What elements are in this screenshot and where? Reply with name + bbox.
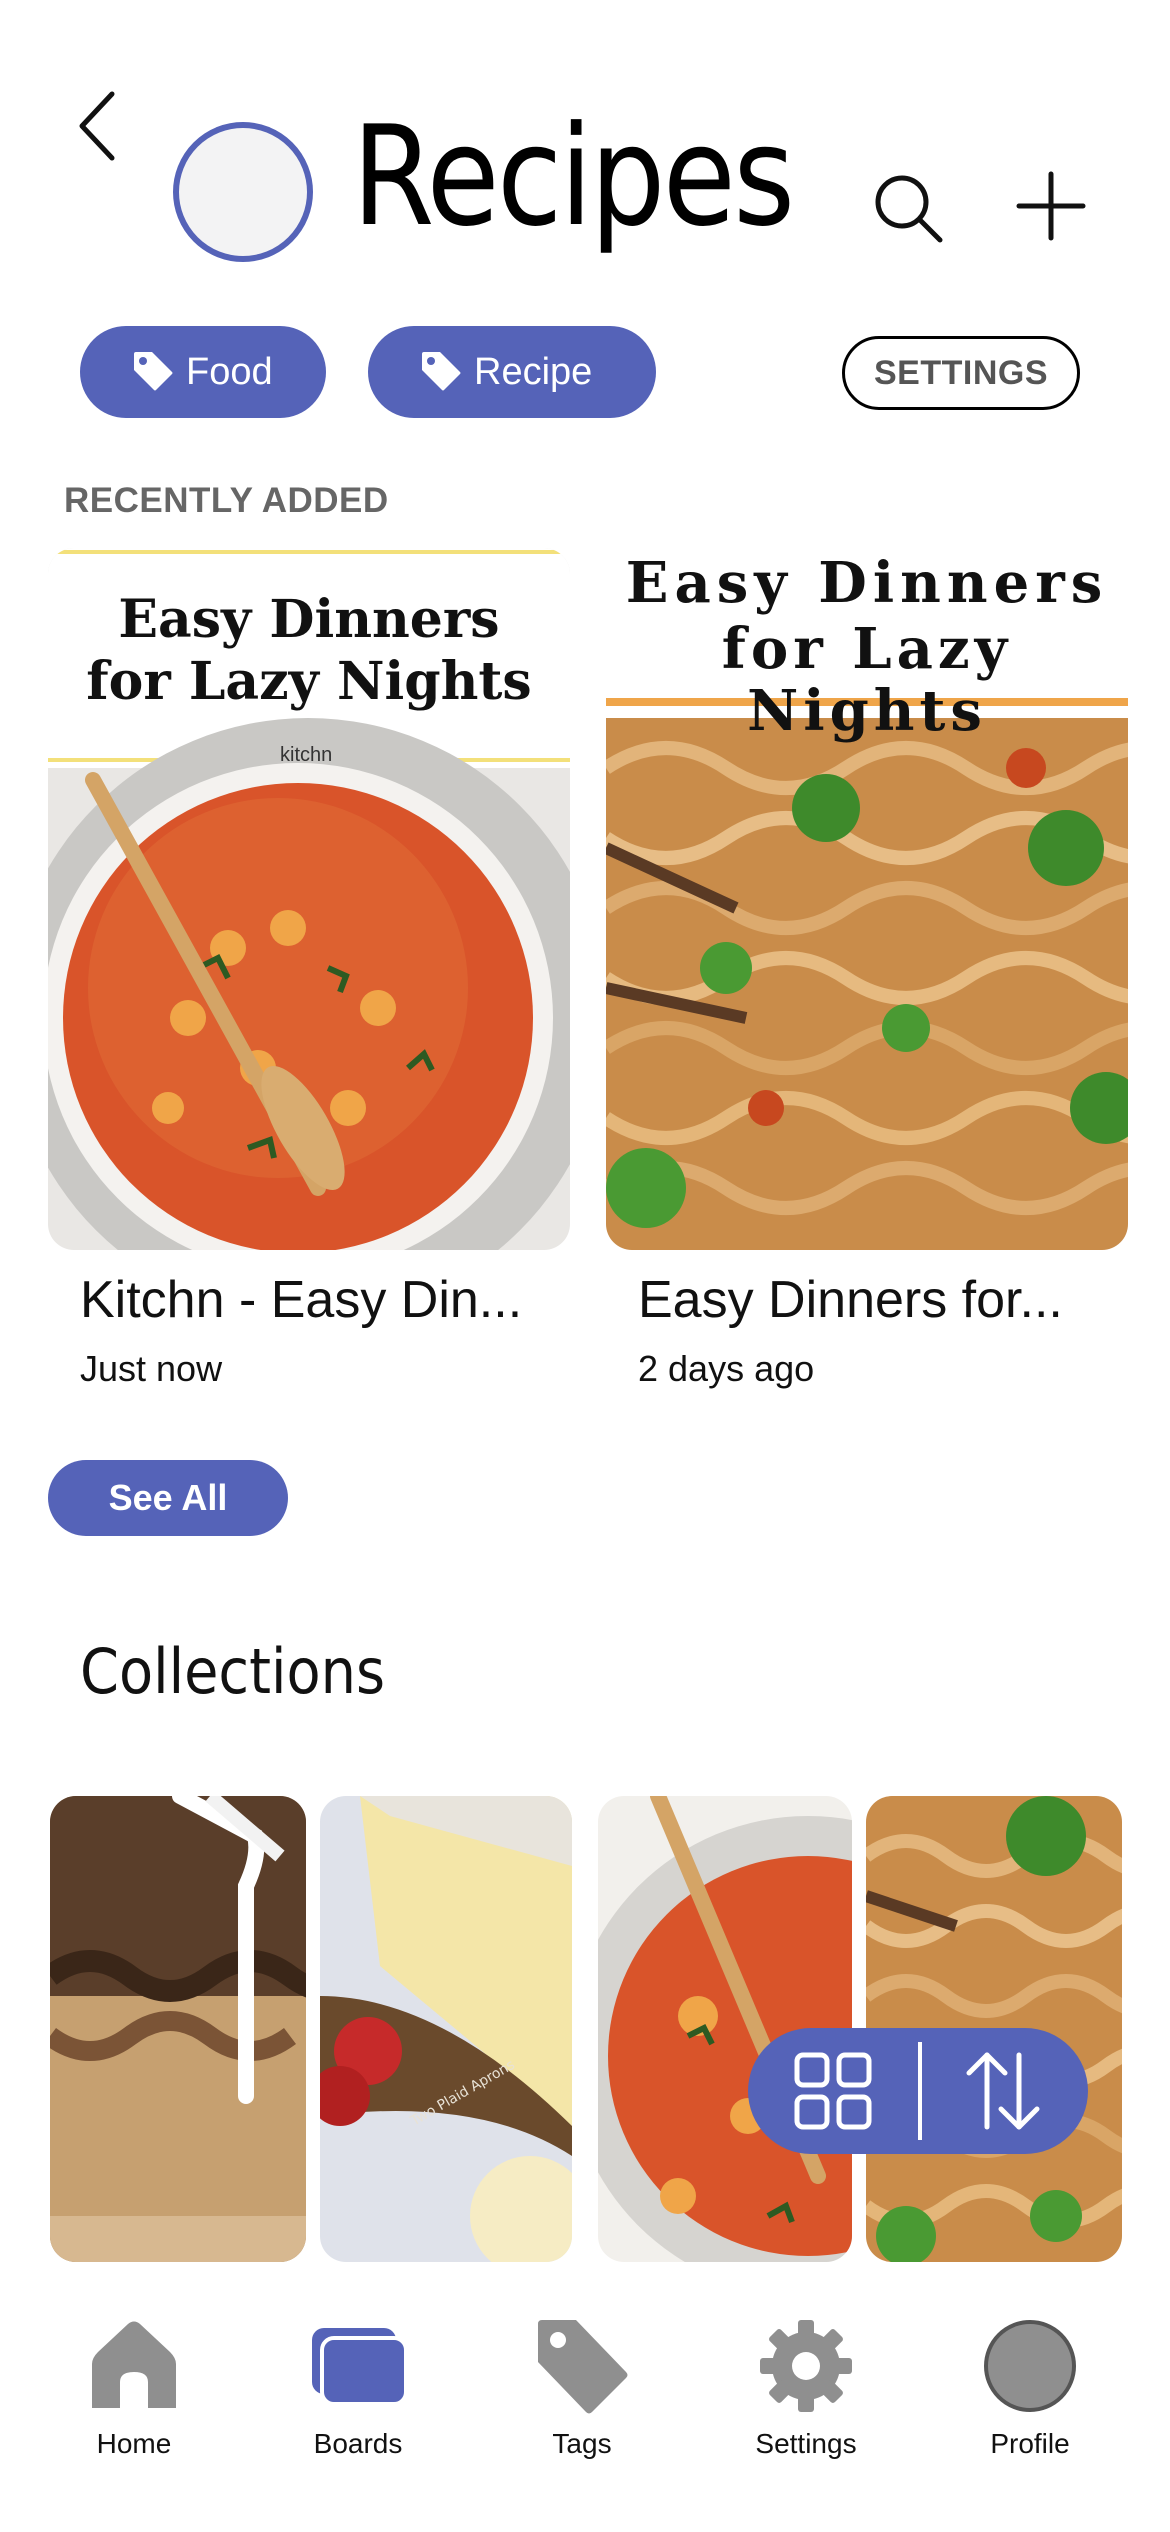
- banner-line: for Lazy Nights: [86, 651, 532, 712]
- chevron-left-icon: [79, 91, 115, 161]
- nav-label: Profile: [990, 2428, 1070, 2459]
- nav-item-profile[interactable]: Profile: [930, 2280, 1130, 2470]
- recipe-card[interactable]: Easy Dinners for Lazy Nights Easy Dinner…: [606, 548, 1128, 1389]
- nav-item-settings[interactable]: Settings: [706, 2280, 906, 2470]
- search-button[interactable]: [870, 170, 946, 246]
- view-options-bar: [748, 2028, 1088, 2154]
- nav-label: Settings: [755, 2428, 857, 2459]
- banner-line: Easy Dinners: [118, 589, 500, 650]
- sort-arrows-icon: [966, 2052, 1040, 2130]
- see-all-button[interactable]: See All: [48, 1460, 288, 1536]
- recipe-image: Easy Dinners for Lazy Nights: [606, 548, 1128, 1250]
- recipe-title: Easy Dinners for...: [638, 1271, 1063, 1329]
- brand-label: kitchn: [280, 744, 333, 766]
- nav-item-boards[interactable]: Boards: [258, 2280, 458, 2470]
- nav-item-home[interactable]: Home: [34, 2280, 234, 2470]
- banner-line: Easy Dinners: [625, 550, 1109, 616]
- collection-thumbnail[interactable]: [50, 1796, 306, 2262]
- divider: [918, 2042, 922, 2140]
- recently-added-heading: RECENTLY ADDED: [64, 481, 389, 520]
- settings-button[interactable]: SETTINGS: [842, 336, 1080, 410]
- nav-label: Boards: [313, 2428, 403, 2459]
- nav-label: Home: [96, 2428, 172, 2459]
- search-icon: [875, 175, 943, 243]
- recipe-time: 2 days ago: [638, 1348, 815, 1389]
- gear-icon: [760, 2320, 852, 2412]
- grid-view-button[interactable]: [748, 2028, 918, 2154]
- tag-chip-recipe[interactable]: Recipe: [368, 326, 656, 418]
- tag-chip-label: Food: [186, 350, 273, 393]
- recipe-title: Kitchn - Easy Din...: [80, 1271, 523, 1329]
- bottom-nav: Home Boards Tags Settings Profile: [0, 2280, 1170, 2532]
- tag-chip-food[interactable]: Food: [80, 326, 326, 418]
- tag-icon: [538, 2320, 628, 2414]
- page-title: Recipes: [352, 96, 795, 257]
- profile-icon: [984, 2320, 1076, 2412]
- recipe-card[interactable]: Easy Dinners for Lazy Nights kitchn Kitc…: [48, 548, 570, 1389]
- banner-line: for Lazy Nights: [721, 616, 1013, 744]
- home-icon: [92, 2321, 176, 2408]
- tag-icon: [134, 352, 173, 391]
- add-button[interactable]: [1015, 170, 1087, 242]
- nav-label: Tags: [552, 2428, 612, 2459]
- back-button[interactable]: [70, 86, 130, 166]
- grid-icon: [794, 2052, 872, 2130]
- collections-heading: Collections: [80, 1635, 386, 1708]
- tag-icon: [422, 352, 461, 391]
- plus-icon: [1016, 171, 1086, 241]
- sort-button[interactable]: [918, 2028, 1088, 2154]
- collection-thumbnail[interactable]: Two Plaid Aprons: [320, 1796, 572, 2262]
- recipe-time: Just now: [80, 1348, 223, 1389]
- tag-chip-label: Recipe: [474, 350, 593, 393]
- recipe-image: Easy Dinners for Lazy Nights kitchn: [48, 548, 570, 1250]
- boards-icon: [312, 2328, 408, 2406]
- nav-item-tags[interactable]: Tags: [482, 2280, 682, 2470]
- board-avatar[interactable]: [173, 122, 313, 262]
